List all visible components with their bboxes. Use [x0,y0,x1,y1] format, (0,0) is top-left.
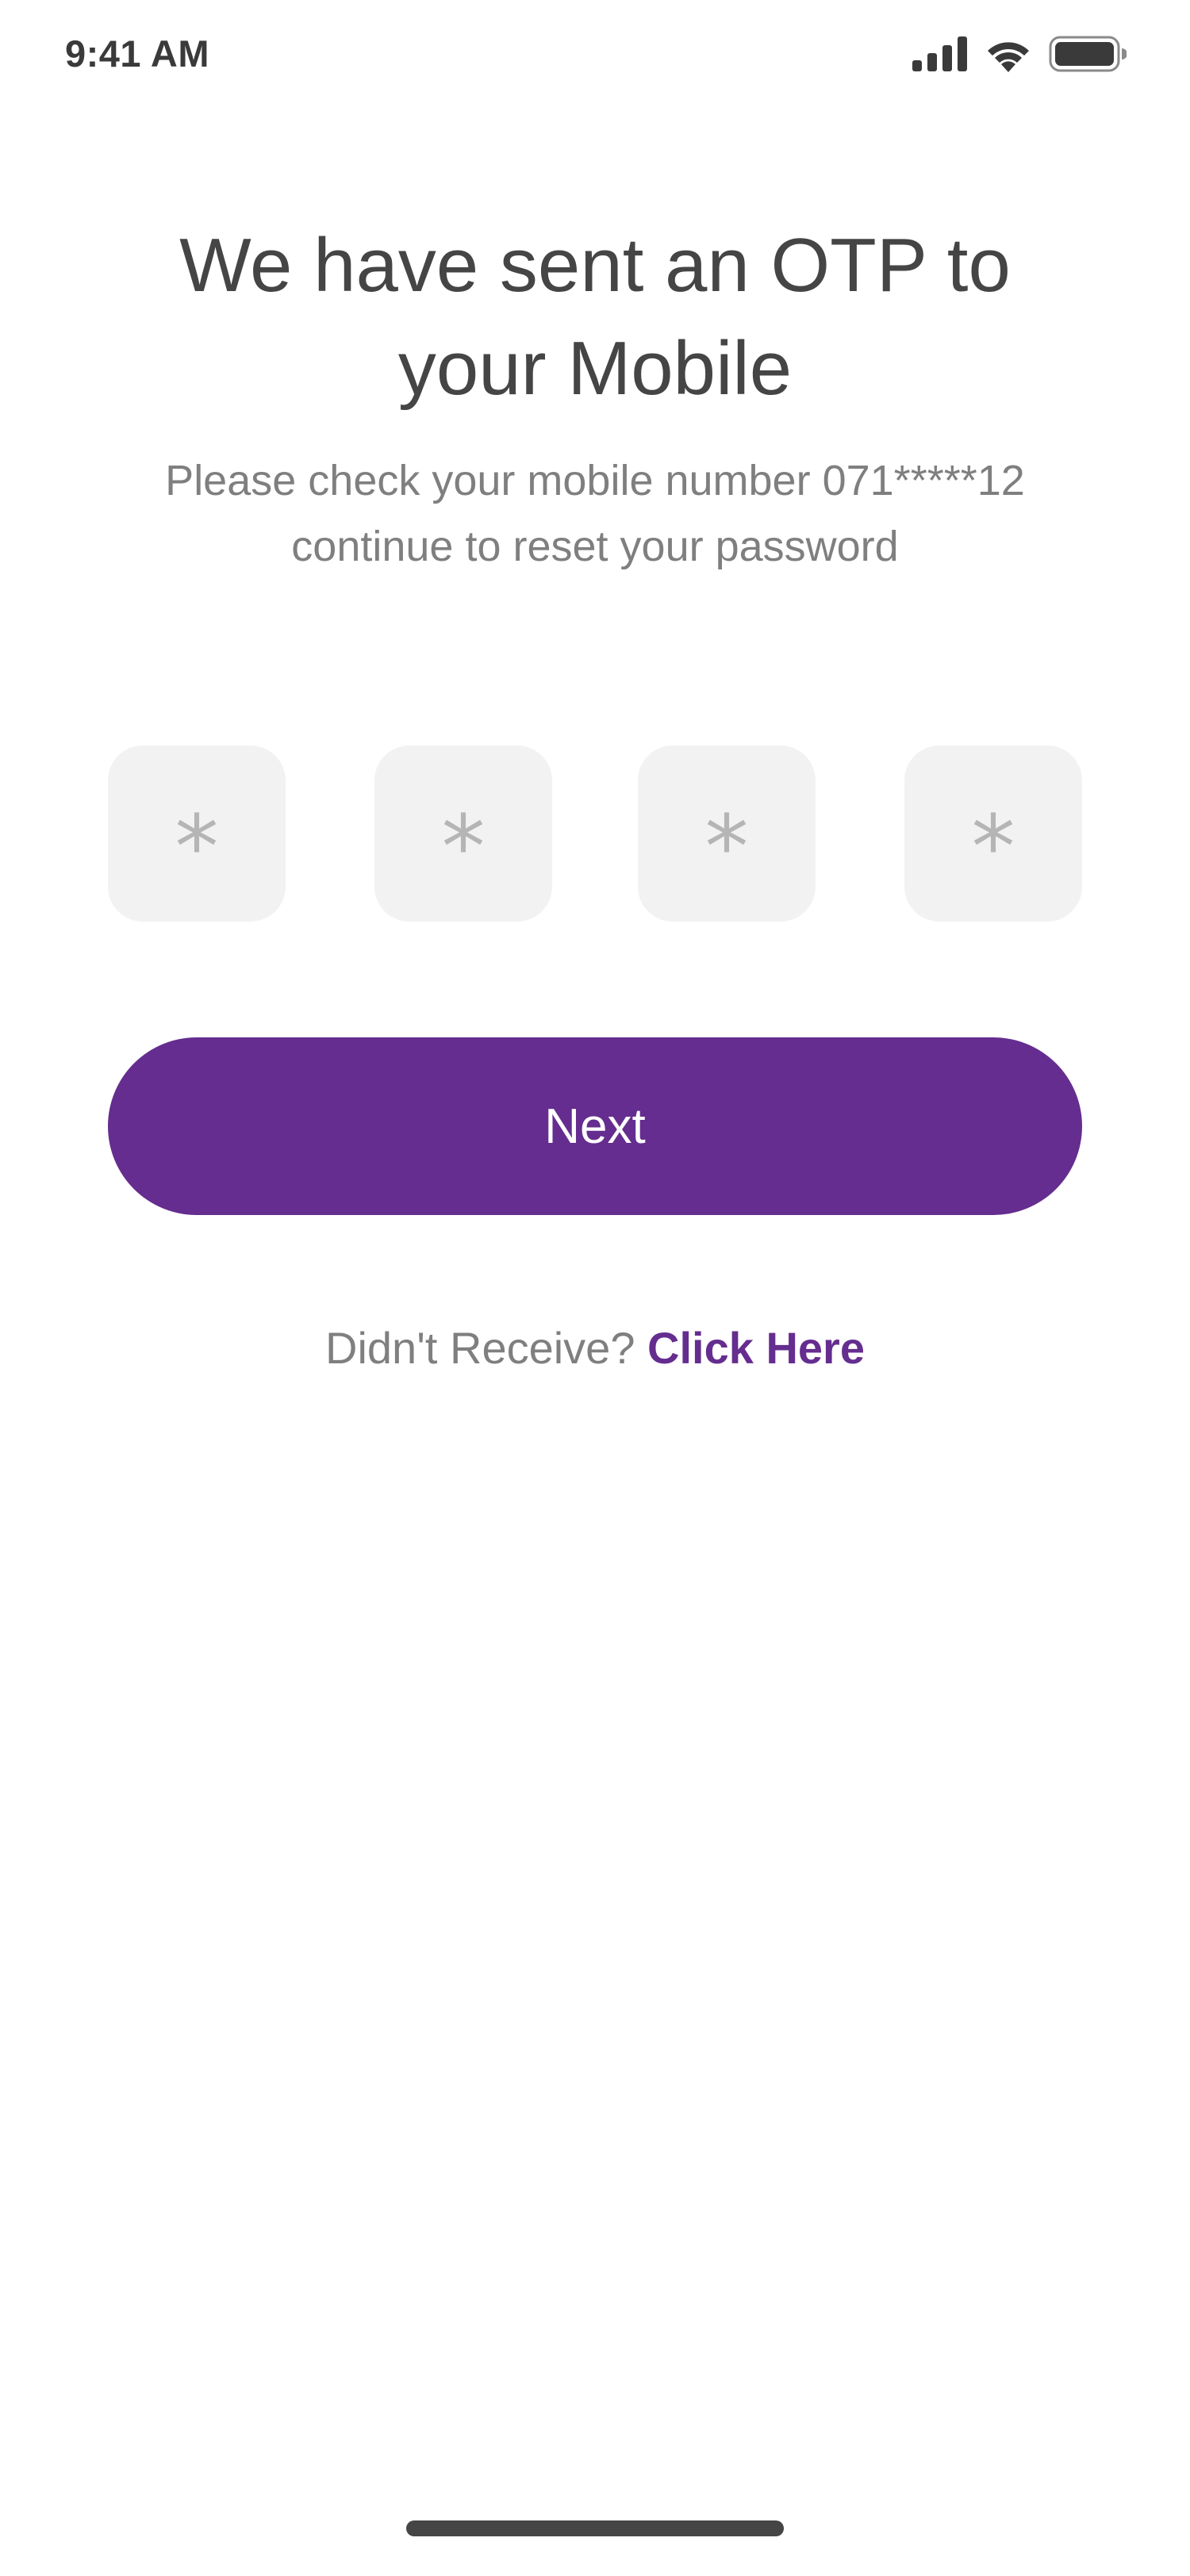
otp-digit-4-placeholder: * [971,796,1015,898]
page-title: We have sent an OTP to your Mobile [119,214,1071,420]
resend-otp-link[interactable]: Click Here [647,1323,865,1373]
next-button-label: Next [544,1098,646,1154]
otp-verification-screen: 9:41 AM We have sent an OTP to your Mobi… [0,0,1190,2576]
otp-digit-1-placeholder: * [175,796,219,898]
resend-prompt: Didn't Receive? [325,1323,648,1373]
status-time: 9:41 AM [65,33,209,75]
title-line-2: your Mobile [397,326,793,411]
otp-digit-3-input[interactable]: * [638,746,816,922]
otp-digit-4-input[interactable]: * [904,746,1082,922]
otp-digit-2-placeholder: * [441,796,486,898]
page-subtitle: Please check your mobile number 071*****… [119,448,1071,580]
subtitle-line-2: continue to reset your password [291,523,899,570]
otp-input-row: * * * * [108,746,1082,922]
otp-digit-2-input[interactable]: * [374,746,552,922]
otp-digit-3-placeholder: * [704,796,749,898]
status-bar: 9:41 AM [0,0,1190,111]
next-button[interactable]: Next [108,1037,1082,1215]
resend-otp-row: Didn't Receive? Click Here [119,1317,1071,1380]
title-line-1: We have sent an OTP to [179,223,1011,308]
home-indicator[interactable] [406,2520,784,2536]
subtitle-line-1: Please check your mobile number 071*****… [165,457,1025,504]
battery-icon [1049,36,1127,72]
status-icons [912,32,1127,76]
otp-digit-1-input[interactable]: * [108,746,286,922]
cellular-signal-icon [912,36,968,71]
wifi-icon [984,36,1033,72]
